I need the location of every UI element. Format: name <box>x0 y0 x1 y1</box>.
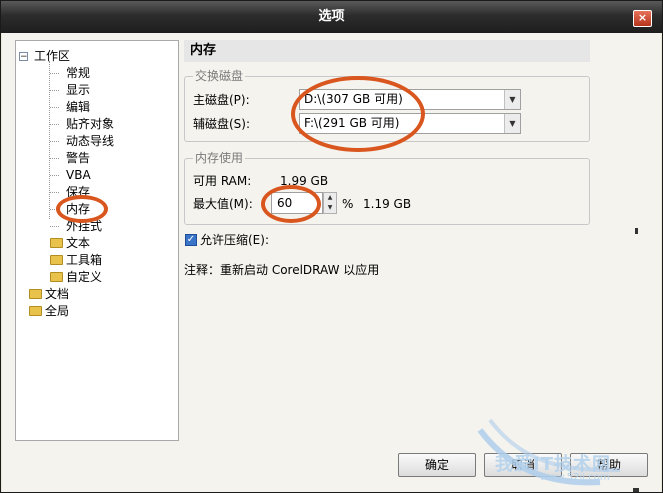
max-memory-result: 1.19 GB <box>363 197 412 211</box>
options-dialog: 选项 × − 工作区 常规 显示 编辑 贴齐对象 动态导线 警告 VBA 保存 <box>0 0 663 493</box>
percent-unit: % <box>342 197 354 211</box>
primary-disk-value: D:\(307 GB 可用) <box>304 92 403 106</box>
folder-icon <box>29 289 42 299</box>
primary-disk-select[interactable]: D:\(307 GB 可用) ▼ <box>299 89 521 110</box>
tree-item-vba[interactable]: VBA <box>66 167 91 183</box>
watermark-url: www.52ij.com <box>540 472 610 483</box>
page-title: 内存 <box>184 40 590 62</box>
max-memory-input[interactable]: 60 <box>271 192 323 214</box>
tree-connector <box>50 175 59 176</box>
collapse-toggle-icon[interactable]: − <box>19 52 28 62</box>
tree-item-global[interactable]: 全局 <box>45 303 69 319</box>
secondary-disk-label: 辅磁盘(S): <box>193 117 251 131</box>
swap-disk-group-label: 交换磁盘 <box>193 69 246 83</box>
folder-icon <box>50 272 63 282</box>
tree-item-snap[interactable]: 贴齐对象 <box>66 116 114 132</box>
tree-item-text[interactable]: 文本 <box>66 235 90 251</box>
primary-disk-label: 主磁盘(P): <box>193 93 250 107</box>
tree-connector <box>50 73 59 74</box>
folder-icon <box>29 306 42 316</box>
tree-item-save[interactable]: 保存 <box>66 184 90 200</box>
tree-connector <box>50 141 59 142</box>
max-memory-label: 最大值(M): <box>193 197 253 211</box>
tree-connector <box>50 158 59 159</box>
memory-usage-group-label: 内存使用 <box>193 151 246 165</box>
tree-item-customize[interactable]: 自定义 <box>66 269 102 285</box>
secondary-disk-value: F:\(291 GB 可用) <box>304 116 400 130</box>
tree-connector <box>50 192 59 193</box>
tree-item-display[interactable]: 显示 <box>66 82 90 98</box>
tree-item-toolbox[interactable]: 工具箱 <box>66 252 102 268</box>
tree-item-general[interactable]: 常规 <box>66 65 90 81</box>
resize-grip[interactable] <box>633 488 639 492</box>
tree-connector <box>50 90 59 91</box>
max-memory-stepper[interactable]: ▲ ▼ <box>323 192 337 214</box>
spin-down-icon[interactable]: ▼ <box>324 203 336 213</box>
restart-note: 注释：重新启动 CorelDRAW 以应用 <box>184 263 380 277</box>
tree-item-plugins[interactable]: 外挂式 <box>66 218 102 234</box>
compress-checkbox[interactable]: ✓ <box>185 234 197 246</box>
tree-connector <box>50 107 59 108</box>
window-title: 选项 <box>318 9 345 24</box>
swap-disk-group: 交换磁盘 主磁盘(P): D:\(307 GB 可用) ▼ 辅磁盘(S): F:… <box>184 69 590 152</box>
tree-item-memory[interactable]: 内存 <box>66 201 90 217</box>
options-tree[interactable]: − 工作区 常规 显示 编辑 贴齐对象 动态导线 警告 VBA 保存 内存 外挂… <box>15 40 179 441</box>
tree-item-document[interactable]: 文档 <box>45 286 69 302</box>
tree-item-dynamic-guides[interactable]: 动态导线 <box>66 133 114 149</box>
spin-up-icon[interactable]: ▲ <box>324 193 336 203</box>
ok-button[interactable]: 确定 <box>398 453 476 477</box>
available-ram-value: 1.99 GB <box>280 174 329 188</box>
tree-item-warnings[interactable]: 警告 <box>66 150 90 166</box>
title-bar[interactable]: 选项 × <box>1 1 662 33</box>
chevron-down-icon[interactable]: ▼ <box>504 114 520 133</box>
scroll-marker <box>635 228 638 234</box>
available-ram-label: 可用 RAM: <box>193 174 252 188</box>
tree-item-workspace[interactable]: 工作区 <box>34 48 70 64</box>
memory-usage-group: 内存使用 可用 RAM: 1.99 GB 最大值(M): 60 ▲ ▼ % 1.… <box>184 151 590 225</box>
tree-connector <box>50 209 59 210</box>
tree-item-edit[interactable]: 编辑 <box>66 99 90 115</box>
tree-connector <box>49 61 50 219</box>
folder-icon <box>50 238 63 248</box>
secondary-disk-select[interactable]: F:\(291 GB 可用) ▼ <box>299 113 521 134</box>
chevron-down-icon[interactable]: ▼ <box>504 90 520 109</box>
compress-label[interactable]: 允许压缩(E): <box>200 232 269 248</box>
dialog-content: − 工作区 常规 显示 编辑 贴齐对象 动态导线 警告 VBA 保存 内存 外挂… <box>2 33 661 492</box>
close-button[interactable]: × <box>633 10 652 27</box>
tree-connector <box>50 226 59 227</box>
tree-connector <box>50 124 59 125</box>
folder-icon <box>50 255 63 265</box>
